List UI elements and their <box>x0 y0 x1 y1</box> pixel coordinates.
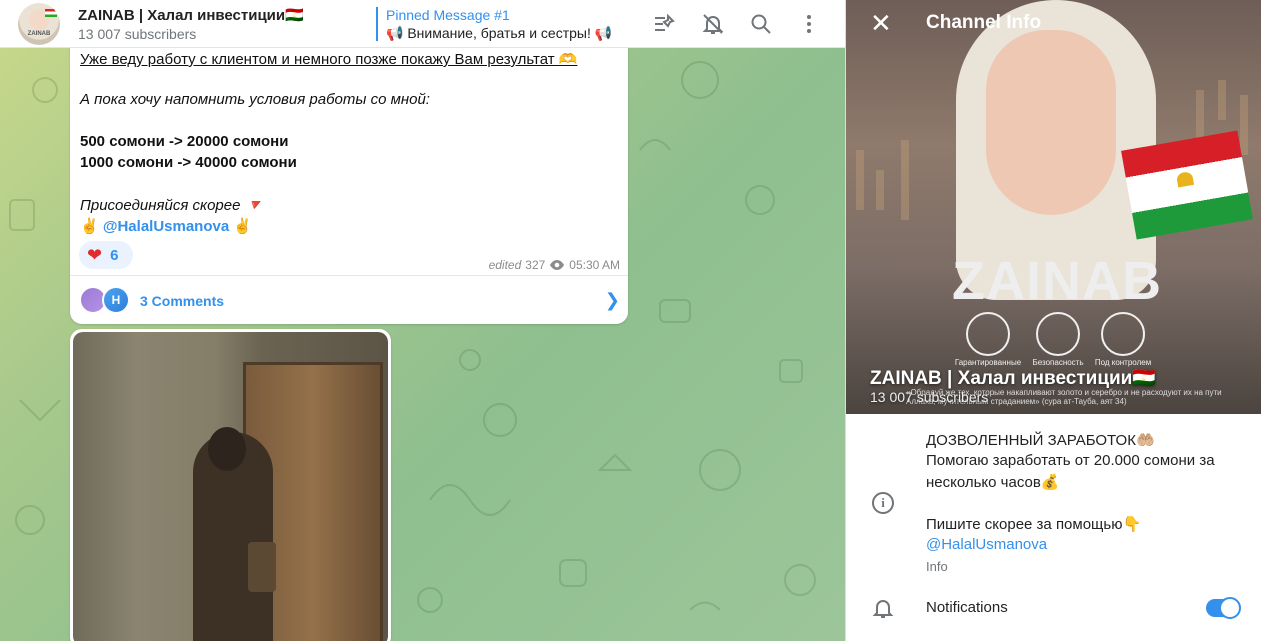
pin-list-icon[interactable] <box>652 12 676 36</box>
message-bubble[interactable]: Уже веду работу с клиентом и немного поз… <box>70 44 628 324</box>
heart-icon: ❤ <box>87 244 103 265</box>
money-hand-icon <box>966 312 1010 356</box>
pinned-title: Pinned Message #1 <box>386 6 510 23</box>
bell-muted-icon[interactable] <box>701 12 725 36</box>
edited-label: edited <box>488 258 522 272</box>
eye-icon <box>550 260 565 270</box>
mosque-icon <box>1101 312 1145 356</box>
channel-cover-image: ✕ Channel Info ZAINAB Гарантированные Бе… <box>846 0 1261 414</box>
close-icon[interactable]: ✕ <box>870 10 892 36</box>
panel-title: Channel Info <box>926 12 1042 33</box>
bell-icon <box>872 600 894 618</box>
info-line: Пишите скорее за помощью👇 <box>926 516 1142 533</box>
reaction-count: 6 <box>110 246 119 264</box>
pinned-text: 📢 Внимание, братья и сестры! 📢 <box>386 24 613 41</box>
message-line: Уже веду работу с клиентом и немного поз… <box>80 51 578 68</box>
toggle-knob <box>1219 597 1241 619</box>
photo-message[interactable] <box>70 329 391 641</box>
pinned-message-bar[interactable]: Pinned Message #1 📢 Внимание, братья и с… <box>376 6 626 41</box>
hero-face <box>986 30 1116 215</box>
comments-label: 3 Comments <box>140 293 225 309</box>
photo-bag <box>248 542 276 592</box>
message-time: 05:30 AM <box>569 258 620 272</box>
channel-name: ZAINAB | Халал инвестиции🇹🇯 <box>870 368 1157 389</box>
avatar-label: ZAINAB <box>27 30 51 37</box>
message-line: 1000 сомони -> 40000 сомони <box>80 154 297 171</box>
channel-subscribers: 13 007 subscribers <box>870 389 989 405</box>
message-line: Присоединяйся скорее 🔻 <box>80 197 264 214</box>
channel-title: ZAINAB | Халал инвестиции🇹🇯 <box>78 6 304 24</box>
chat-area: ZAINAB ZAINAB | Халал инвестиции🇹🇯 13 00… <box>0 0 845 641</box>
info-line: Помогаю заработать от 20.000 сомони за <box>926 452 1215 469</box>
info-line: несколько часов💰 <box>926 474 1060 491</box>
info-caption: Info <box>926 559 948 574</box>
commenter-avatar: H <box>102 286 130 314</box>
views-count: 327 <box>525 258 546 272</box>
heart-reaction[interactable]: ❤ 6 <box>79 241 133 269</box>
shield-check-icon <box>1036 312 1080 356</box>
notifications-label: Notifications <box>926 599 1008 616</box>
info-icon: i <box>872 492 894 514</box>
channel-title-block[interactable]: ZAINAB | Халал инвестиции🇹🇯 13 007 subsc… <box>78 6 368 42</box>
comments-button[interactable]: H 3 Comments ❯ <box>70 275 628 324</box>
flag-icon <box>45 8 57 17</box>
chevron-right-icon: ❯ <box>604 290 620 310</box>
more-vert-icon[interactable] <box>797 12 821 36</box>
search-icon[interactable] <box>749 12 773 36</box>
hero-brand-text: ZAINAB <box>952 251 1162 311</box>
username-link[interactable]: ✌️ @HalalUsmanova ✌️ <box>80 217 252 235</box>
channel-info-panel: ✕ Channel Info ZAINAB Гарантированные Бе… <box>845 0 1261 641</box>
notifications-toggle[interactable] <box>1206 597 1241 619</box>
message-meta: edited 327 05:30 AM <box>489 258 620 272</box>
info-line: ДОЗВОЛЕННЫЙ ЗАРАБОТОК🤲🏼 <box>926 432 1155 449</box>
channel-subscribers: 13 007 subscribers <box>78 25 197 42</box>
channel-avatar[interactable]: ZAINAB <box>18 2 60 45</box>
info-username-link[interactable]: @HalalUsmanova <box>926 536 1047 553</box>
chat-header: ZAINAB ZAINAB | Халал инвестиции🇹🇯 13 00… <box>0 0 845 48</box>
photo-person-head <box>208 427 246 471</box>
message-photo[interactable] <box>73 332 388 641</box>
message-line: 500 сомони -> 20000 сомони <box>80 133 289 150</box>
message-line: А пока хочу напомнить условия работы со … <box>80 91 430 108</box>
